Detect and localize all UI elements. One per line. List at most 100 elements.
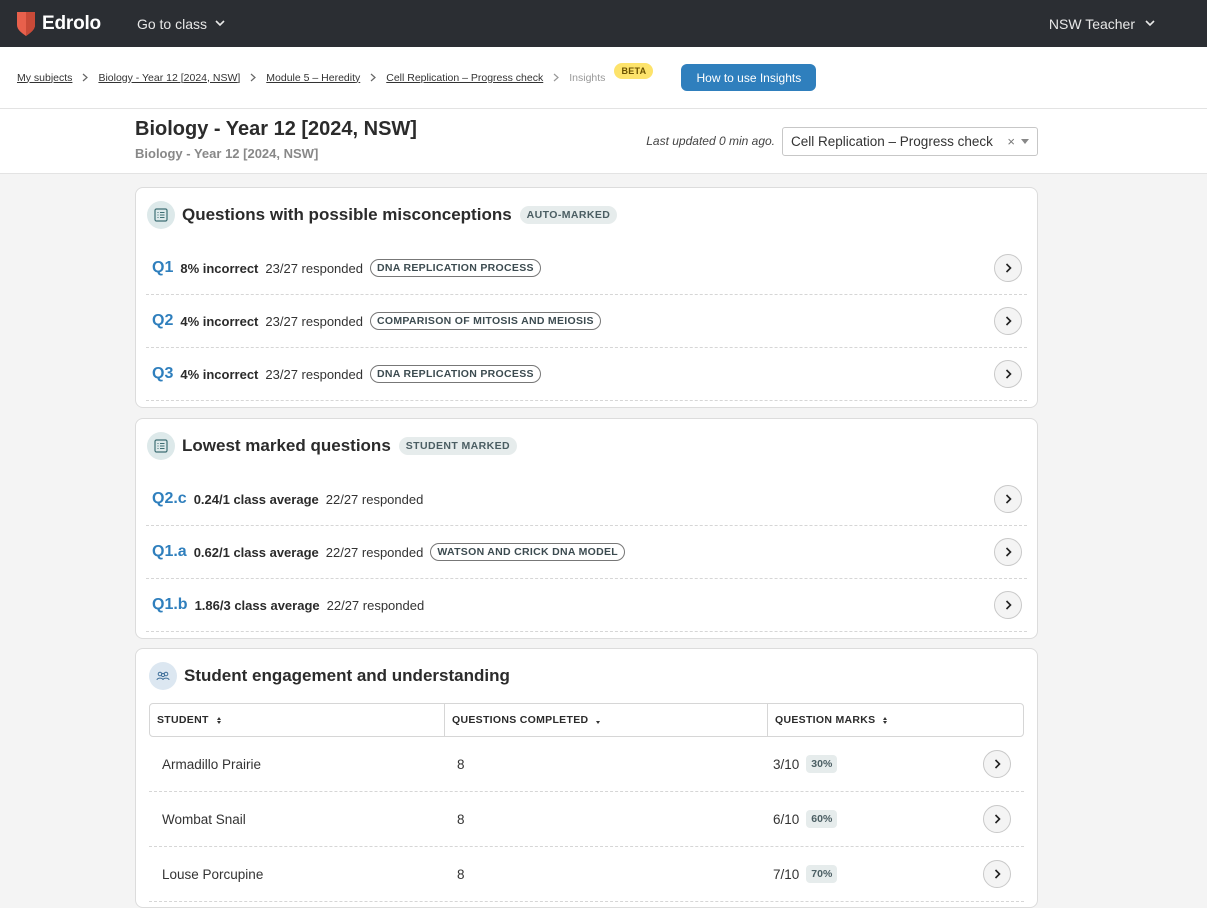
questions-completed: 8 xyxy=(457,866,465,882)
chevron-right-icon xyxy=(994,869,1001,879)
chevron-down-icon xyxy=(215,20,225,27)
assessment-select[interactable]: Cell Replication – Progress check × xyxy=(782,127,1038,156)
brand-name: Edrolo xyxy=(42,12,101,34)
question-stat: 8% incorrect xyxy=(180,260,259,276)
misconceptions-title: Questions with possible misconceptions xyxy=(182,205,512,224)
chevron-right-icon xyxy=(250,73,257,82)
sort-icon xyxy=(883,716,888,724)
question-row[interactable]: Q1.a 0.62/1 class average 22/27 responde… xyxy=(146,526,1027,579)
breadcrumb-progress-check[interactable]: Cell Replication – Progress check xyxy=(386,72,543,84)
question-row[interactable]: Q2.c 0.24/1 class average 22/27 responde… xyxy=(146,473,1027,526)
go-to-class-label: Go to class xyxy=(136,15,207,32)
assessment-select-value: Cell Replication – Progress check xyxy=(791,134,993,149)
misconceptions-card: Questions with possible misconceptions A… xyxy=(135,187,1038,408)
lowest-marked-title: Lowest marked questions xyxy=(182,436,391,455)
open-question-button[interactable] xyxy=(994,538,1022,566)
topic-tag: DNA REPLICATION PROCESS xyxy=(369,259,541,277)
question-row[interactable]: Q3 4% incorrect 23/27 responded DNA REPL… xyxy=(146,348,1027,401)
student-marked-badge: STUDENT MARKED xyxy=(398,437,517,455)
question-row[interactable]: Q1.b 1.86/3 class average 22/27 responde… xyxy=(146,579,1027,632)
questions-completed: 8 xyxy=(457,811,465,827)
chevron-right-icon xyxy=(1005,600,1012,610)
column-header-question-marks[interactable]: QUESTION MARKS xyxy=(767,704,1023,736)
user-name: NSW Teacher xyxy=(1048,15,1135,32)
breadcrumb: My subjects Biology - Year 12 [2024, NSW… xyxy=(17,62,654,86)
auto-marked-badge: AUTO-MARKED xyxy=(519,206,618,224)
edrolo-logo-icon xyxy=(17,11,35,36)
table-header: STUDENT QUESTIONS COMPLETED QUESTION MAR… xyxy=(149,703,1024,737)
breadcrumb-subject[interactable]: Biology - Year 12 [2024, NSW] xyxy=(98,72,240,84)
chevron-right-icon xyxy=(994,814,1001,824)
go-to-class-dropdown[interactable]: Go to class xyxy=(137,16,225,32)
question-responded: 23/27 responded xyxy=(265,313,363,329)
engagement-title: Student engagement and understanding xyxy=(184,666,510,685)
brand-logo[interactable]: Edrolo xyxy=(17,11,101,36)
question-responded: 23/27 responded xyxy=(265,260,363,276)
marks-percent-badge: 30% xyxy=(806,755,838,773)
open-question-button[interactable] xyxy=(994,485,1022,513)
student-name: Louse Porcupine xyxy=(162,866,264,882)
topic-tag: WATSON AND CRICK DNA MODEL xyxy=(430,543,625,561)
question-stat: 4% incorrect xyxy=(180,366,259,382)
chevron-right-icon xyxy=(1005,369,1012,379)
student-name: Armadillo Prairie xyxy=(162,756,262,772)
page-title: Biology - Year 12 [2024, NSW] xyxy=(135,118,417,140)
clear-selection-icon[interactable]: × xyxy=(1007,134,1015,149)
how-to-use-insights-button[interactable]: How to use Insights xyxy=(681,64,817,91)
question-row[interactable]: Q1 8% incorrect 23/27 responded DNA REPL… xyxy=(146,242,1027,295)
topic-tag: COMPARISON OF MITOSIS AND MEIOSIS xyxy=(369,312,601,330)
breadcrumb-current: Insights xyxy=(569,71,606,84)
question-responded: 22/27 responded xyxy=(325,544,424,560)
question-number: Q2 xyxy=(152,312,174,329)
students-icon xyxy=(149,662,177,690)
breadcrumb-bar: My subjects Biology - Year 12 [2024, NSW… xyxy=(0,47,1207,109)
question-stat: 0.62/1 class average xyxy=(193,544,319,560)
column-header-label: QUESTIONS COMPLETED xyxy=(452,714,589,726)
marks-percent-badge: 60% xyxy=(806,810,838,828)
open-student-button[interactable] xyxy=(983,860,1011,888)
sort-descending-icon xyxy=(596,720,601,724)
question-number: Q1.a xyxy=(152,543,187,560)
open-question-button[interactable] xyxy=(994,254,1022,282)
students-table: STUDENT QUESTIONS COMPLETED QUESTION MAR… xyxy=(149,703,1024,902)
caret-down-icon[interactable] xyxy=(1021,139,1029,144)
question-stat: 1.86/3 class average xyxy=(194,597,320,613)
engagement-card: Student engagement and understanding STU… xyxy=(135,648,1038,908)
question-responded: 22/27 responded xyxy=(326,597,425,613)
chevron-right-icon xyxy=(553,73,560,82)
column-header-label: STUDENT xyxy=(157,714,209,726)
question-marks: 6/10 xyxy=(773,811,800,827)
table-row[interactable]: Armadillo Prairie 8 3/10 30% xyxy=(149,737,1024,792)
misconceptions-card-header: Questions with possible misconceptions A… xyxy=(136,188,1037,242)
open-student-button[interactable] xyxy=(983,805,1011,833)
question-stat: 4% incorrect xyxy=(180,313,259,329)
open-question-button[interactable] xyxy=(994,591,1022,619)
page-subtitle: Biology - Year 12 [2024, NSW] xyxy=(135,146,319,161)
chevron-right-icon xyxy=(1005,494,1012,504)
question-number: Q1.b xyxy=(152,596,188,613)
chevron-right-icon xyxy=(82,73,89,82)
user-menu[interactable]: NSW Teacher xyxy=(1049,16,1155,32)
chevron-right-icon xyxy=(370,73,377,82)
table-row[interactable]: Wombat Snail 8 6/10 60% xyxy=(149,792,1024,847)
sort-icon xyxy=(216,716,221,724)
student-name: Wombat Snail xyxy=(162,811,246,827)
top-nav: Edrolo Go to class NSW Teacher xyxy=(0,0,1207,47)
open-question-button[interactable] xyxy=(994,360,1022,388)
open-question-button[interactable] xyxy=(994,307,1022,335)
list-icon xyxy=(147,201,175,229)
question-marks: 7/10 xyxy=(773,866,800,882)
question-responded: 22/27 responded xyxy=(325,491,424,507)
last-updated-text: Last updated 0 min ago. xyxy=(646,134,775,148)
question-stat: 0.24/1 class average xyxy=(193,491,319,507)
breadcrumb-my-subjects[interactable]: My subjects xyxy=(17,72,72,84)
question-responded: 23/27 responded xyxy=(265,366,363,382)
open-student-button[interactable] xyxy=(983,750,1011,778)
chevron-right-icon xyxy=(1005,263,1012,273)
breadcrumb-module[interactable]: Module 5 – Heredity xyxy=(266,72,360,84)
question-row[interactable]: Q2 4% incorrect 23/27 responded COMPARIS… xyxy=(146,295,1027,348)
column-header-student[interactable]: STUDENT xyxy=(150,704,444,736)
question-number: Q3 xyxy=(152,365,174,382)
question-marks: 3/10 xyxy=(773,756,800,772)
column-header-questions-completed[interactable]: QUESTIONS COMPLETED xyxy=(444,704,767,736)
